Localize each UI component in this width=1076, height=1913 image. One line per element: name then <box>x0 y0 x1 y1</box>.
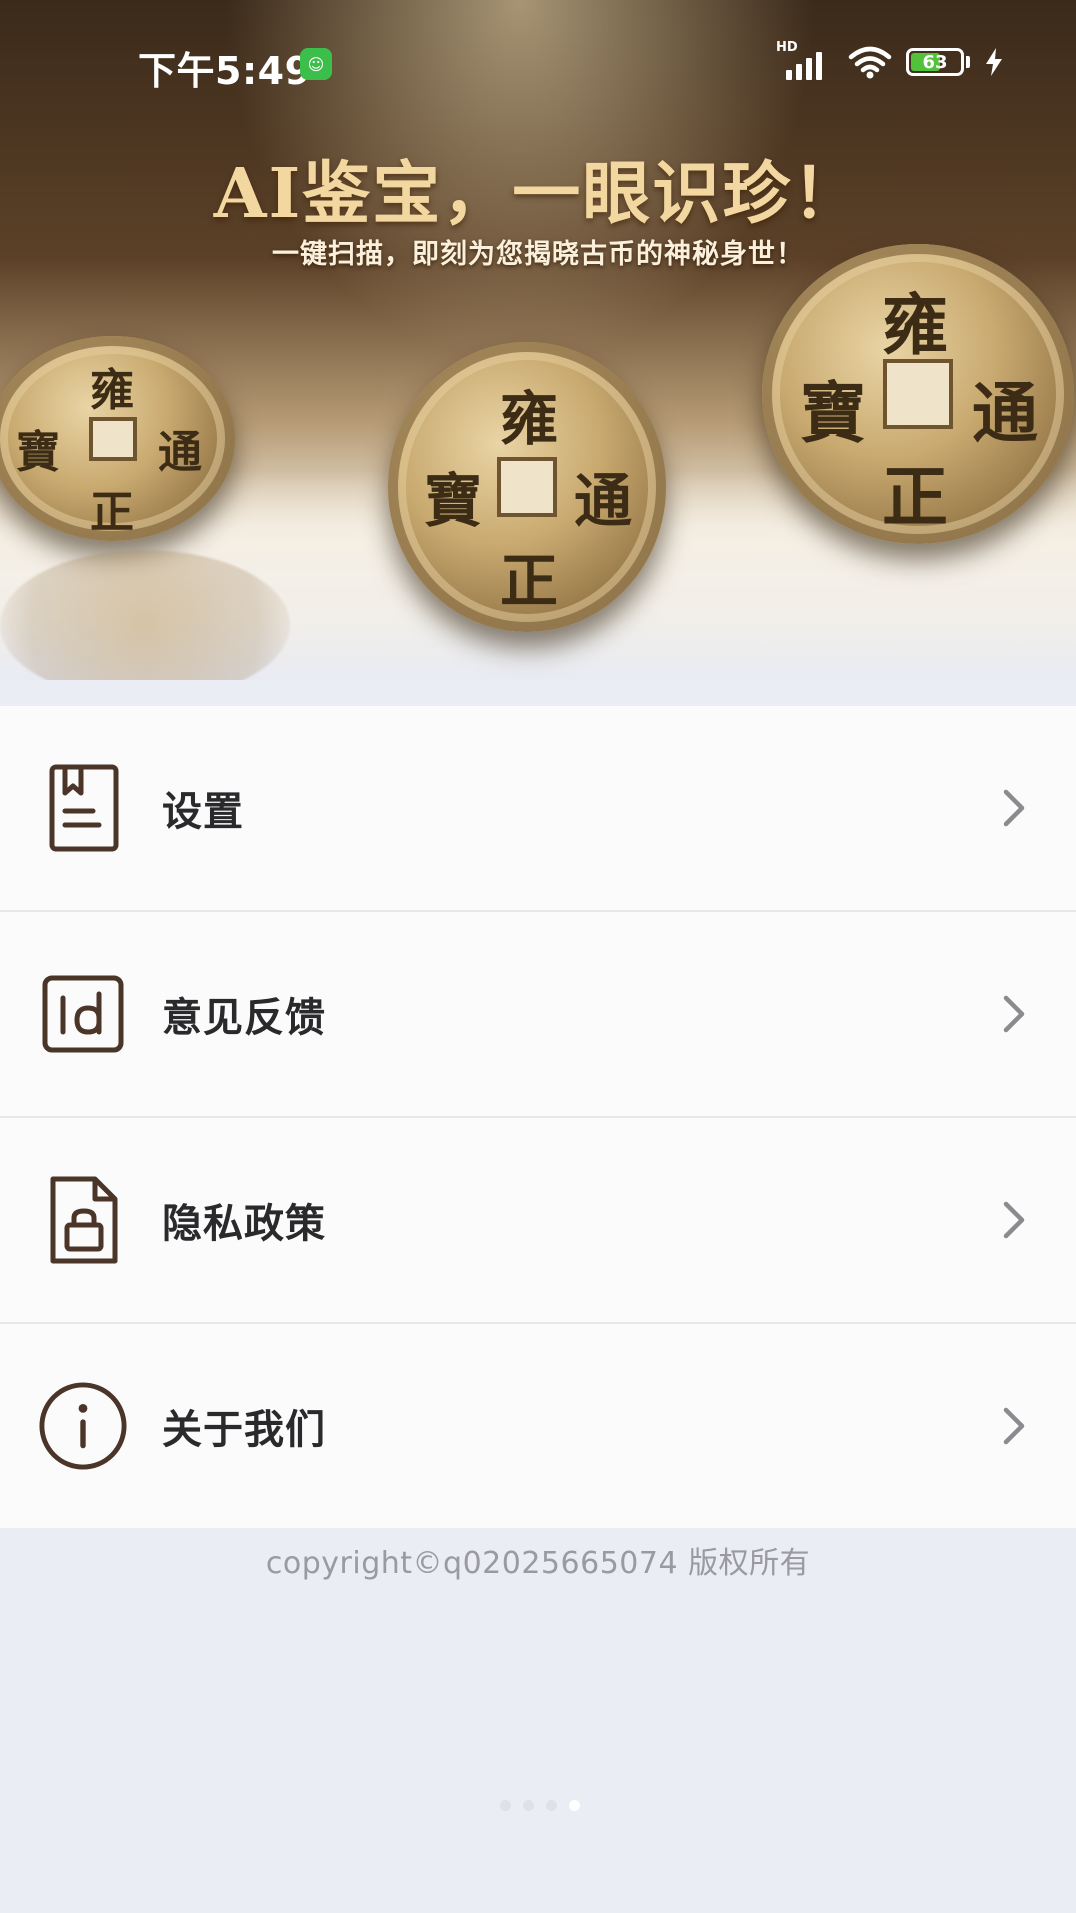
copyright-text: copyright©q02025665074 版权所有 <box>265 1546 811 1581</box>
coin-char: 通 <box>574 467 633 535</box>
coin-center: 雍 寶 通 正 <box>388 342 666 632</box>
battery-level: 63 <box>922 51 948 73</box>
chevron-right-icon <box>1003 995 1025 1033</box>
menu-item-feedback[interactable]: 意见反馈 <box>0 912 1076 1118</box>
menu-item-label: 意见反馈 <box>162 995 326 1041</box>
menu-item-label: 关于我们 <box>162 1407 326 1453</box>
coin-char: 正 <box>500 547 559 615</box>
menu-item-label: 隐私政策 <box>162 1201 326 1247</box>
page-dot <box>523 1800 534 1811</box>
coin-char: 雍 <box>90 365 134 416</box>
chevron-right-icon <box>1003 789 1025 827</box>
coin-char: 正 <box>882 458 948 536</box>
hero-banner: 下午5:49 ☺ HD 63 AI鉴宝，一眼识珍！ 一键扫描，即刻为您揭晓古币的… <box>0 0 1076 680</box>
menu-item-privacy-policy[interactable]: 隐私政策 <box>0 1118 1076 1324</box>
status-icons: HD 63 <box>776 40 1004 80</box>
coin-right: 雍 寶 通 正 <box>762 244 1074 544</box>
coin-char: 寶 <box>424 467 483 535</box>
info-circle-icon <box>38 1381 128 1471</box>
file-lock-icon <box>38 1175 128 1265</box>
page-dot <box>546 1800 557 1811</box>
status-time: 下午5:49 <box>138 49 312 93</box>
cellular-signal-icon: HD <box>776 40 834 80</box>
menu-item-about-us[interactable]: 关于我们 <box>0 1324 1076 1528</box>
document-bookmark-icon <box>38 763 128 853</box>
page-indicator <box>500 1800 580 1811</box>
page-dot-active <box>569 1800 580 1811</box>
charging-bolt-icon <box>986 48 1002 76</box>
page-dot <box>500 1800 511 1811</box>
coin-char: 寶 <box>800 374 866 452</box>
battery-cap <box>966 56 970 68</box>
chevron-right-icon <box>1003 1201 1025 1239</box>
coin-char: 通 <box>158 427 202 478</box>
coin-char: 雍 <box>882 286 948 364</box>
app-notification-icon: ☺ <box>300 48 332 80</box>
feedback-id-icon <box>38 969 128 1059</box>
coin-char: 通 <box>972 374 1038 452</box>
menu-item-label: 设置 <box>162 789 244 835</box>
wifi-icon <box>848 46 892 79</box>
coin-left: 雍 寶 通 正 <box>0 336 235 541</box>
coin-char: 寶 <box>16 427 60 478</box>
menu-item-settings[interactable]: 设置 <box>0 706 1076 912</box>
coin-char: 雍 <box>500 385 559 453</box>
banner-headline: AI鉴宝，一眼识珍！ <box>213 154 863 234</box>
coin-char: 正 <box>90 487 134 538</box>
chevron-right-icon <box>1003 1407 1025 1445</box>
battery-icon: 63 <box>906 48 964 76</box>
settings-menu-list: 设置 意见反馈 隐私政策 关于我们 <box>0 706 1076 1528</box>
